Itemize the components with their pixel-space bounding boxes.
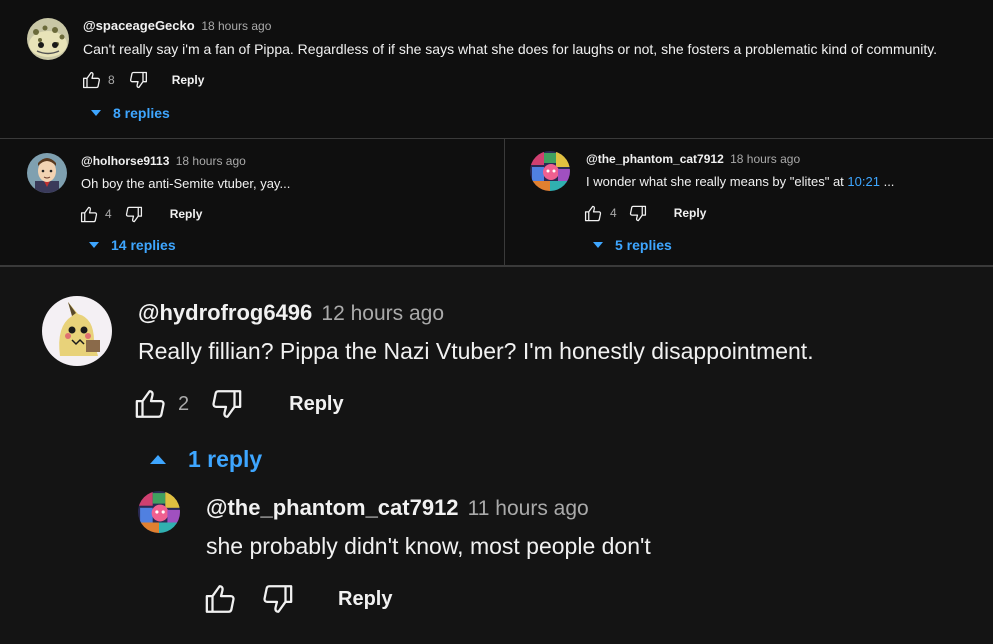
author-handle[interactable]: @spaceageGecko (83, 18, 195, 33)
comment-actions: 4 Reply (80, 203, 202, 225)
thumbs-up-icon[interactable] (82, 70, 102, 90)
view-replies-button[interactable]: 5 replies (593, 237, 672, 253)
author-handle[interactable]: @the_phantom_cat7912 (206, 495, 459, 520)
thumbs-down-icon[interactable] (628, 204, 647, 223)
replies-label: 5 replies (615, 237, 672, 253)
comment-hydrofrog: @hydrofrog6496 12 hours ago Really filli… (0, 267, 993, 644)
reply-button[interactable]: Reply (674, 206, 707, 220)
comment-text: Really fillian? Pippa the Nazi Vtuber? I… (138, 338, 814, 364)
reply-actions: Reply (204, 581, 392, 617)
reply-button[interactable]: Reply (172, 73, 205, 87)
thumbs-down-icon[interactable] (209, 387, 243, 421)
comment-header: @spaceageGecko 18 hours ago (83, 18, 271, 33)
hide-replies-button[interactable]: 1 reply (150, 446, 262, 473)
comment-time[interactable]: 18 hours ago (201, 19, 271, 33)
reply-button[interactable]: Reply (170, 207, 203, 221)
comment-actions: 4 Reply (584, 202, 706, 224)
comment-header: @holhorse9113 18 hours ago (81, 154, 246, 168)
comment-header: @hydrofrog6496 12 hours ago (138, 300, 444, 326)
gecko-avatar-icon[interactable] (27, 18, 69, 60)
timestamp-link[interactable]: 10:21 (847, 174, 880, 189)
comment-time[interactable]: 18 hours ago (176, 154, 246, 168)
reply-header: @the_phantom_cat7912 11 hours ago (206, 495, 589, 521)
author-handle[interactable]: @holhorse9113 (81, 154, 169, 168)
reply-button[interactable]: Reply (289, 393, 343, 416)
comment-time[interactable]: 18 hours ago (730, 152, 800, 166)
caret-down-icon (593, 242, 603, 248)
thumbs-down-icon[interactable] (260, 582, 294, 616)
comment-holhorse: @holhorse9113 18 hours ago Oh boy the an… (0, 139, 504, 265)
thumbs-up-icon[interactable] (80, 205, 99, 224)
author-handle[interactable]: @hydrofrog6496 (138, 300, 312, 325)
replies-label: 8 replies (113, 105, 170, 121)
comment-time[interactable]: 11 hours ago (468, 497, 589, 520)
replies-label: 1 reply (188, 446, 263, 472)
colorful-collage-avatar-icon[interactable] (530, 151, 570, 191)
thumbs-down-icon[interactable] (128, 70, 148, 90)
divider (504, 139, 505, 266)
thumbs-down-icon[interactable] (124, 205, 143, 224)
comment-spaceagegecko: @spaceageGecko 18 hours ago Can't really… (0, 0, 993, 138)
cartoon-man-avatar-icon[interactable] (27, 153, 67, 193)
comment-text: Oh boy the anti-Semite vtuber, yay... (81, 176, 291, 191)
comment-actions: 2 Reply (134, 386, 344, 422)
comment-actions: 8 Reply (82, 69, 204, 91)
caret-down-icon (91, 110, 101, 116)
caret-down-icon (89, 242, 99, 248)
view-replies-button[interactable]: 14 replies (89, 237, 176, 253)
comment-header: @the_phantom_cat7912 18 hours ago (586, 152, 800, 166)
view-replies-button[interactable]: 8 replies (91, 105, 170, 121)
reply-button[interactable]: Reply (338, 588, 392, 611)
replies-label: 14 replies (111, 237, 176, 253)
caret-up-icon (150, 455, 166, 464)
like-count: 8 (108, 73, 115, 87)
comment-time[interactable]: 12 hours ago (321, 302, 444, 325)
mimikyu-avatar-icon[interactable] (42, 296, 112, 366)
comment-text-after: ... (879, 174, 895, 189)
comment-text-before: I wonder what she really means by "elite… (586, 174, 848, 189)
thumbs-up-icon[interactable] (584, 204, 603, 223)
like-count: 4 (105, 207, 112, 221)
thumbs-up-icon[interactable] (204, 582, 238, 616)
like-count: 2 (178, 392, 190, 415)
reply-text: she probably didn't know, most people do… (206, 533, 651, 559)
comment-text: I wonder what she really means by "elite… (586, 174, 894, 189)
colorful-collage-avatar-icon[interactable] (138, 491, 180, 533)
comment-text: Can't really say i'm a fan of Pippa. Reg… (83, 41, 938, 57)
comment-phantom-cat: @the_phantom_cat7912 18 hours ago I wond… (504, 139, 993, 265)
like-count: 4 (610, 206, 617, 220)
thumbs-up-icon[interactable] (134, 387, 168, 421)
author-handle[interactable]: @the_phantom_cat7912 (586, 152, 724, 166)
